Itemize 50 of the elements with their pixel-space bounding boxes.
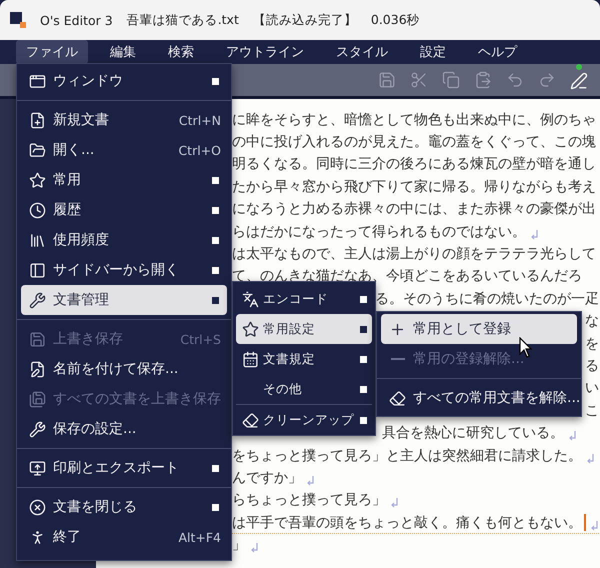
text-line: こ	[585, 402, 599, 420]
menu-bar-item[interactable]: ファイル	[16, 40, 88, 64]
text-line: い	[585, 379, 599, 398]
menu-item[interactable]: 印刷とエクスポート	[21, 453, 227, 483]
menu-item[interactable]: すべての常用文書を解除...	[381, 383, 577, 413]
menu-item[interactable]: 常用	[21, 165, 227, 195]
menu-bar-item[interactable]: スタイル	[326, 40, 398, 64]
text-line: は太平なもので、主人は湯上がりの顔をテラテラ光らして	[232, 245, 596, 264]
menu-bar-item[interactable]: 検索	[158, 40, 204, 64]
text-line: たから早々窓から飛び下りて家に帰る。帰りながらも考え	[232, 178, 596, 196]
menu-item[interactable]: 終了 Alt+F4	[21, 522, 227, 552]
menu-item[interactable]: 開く... Ctrl+O	[21, 135, 227, 165]
menu-item[interactable]: その他	[236, 374, 372, 404]
menu-item[interactable]: 文書管理	[21, 285, 227, 315]
text-line: らちょっと撲って見ろ」	[232, 491, 386, 510]
text-line: は平手で吾輩の頭をちょっと敲く。痛くも何ともない。	[232, 514, 582, 532]
menu-item[interactable]: 保存の設定...	[21, 414, 227, 444]
text-line: る。そのうちに肴の焼いたのが一疋	[375, 290, 599, 308]
text-line: を	[585, 334, 599, 353]
text-line: る	[585, 356, 599, 375]
menu-item[interactable]: 履歴	[21, 195, 227, 225]
menu-item[interactable]: 使用頻度	[21, 225, 227, 255]
menu-item[interactable]: 文書規定	[236, 344, 372, 374]
text-line: らはだかになったって得られるものではない。	[232, 222, 526, 241]
text-line: 具合を熱心に研究している。	[382, 424, 564, 442]
text-line: をちょっと撲って見ろ」と主人は突然細君に請求した。	[232, 446, 582, 465]
menu-item[interactable]: クリーンアップ	[236, 405, 372, 435]
app-name: O's Editor 3	[40, 12, 113, 28]
menu-item[interactable]: 新規文書 Ctrl+N	[21, 105, 227, 135]
text-line: に眸をそらすと、暗憺として物色も出来ぬ中に、例のちゃ	[232, 110, 596, 129]
menu-item[interactable]: ウィンドウ	[21, 66, 227, 96]
text-line: 明るくなる。同時に三介の後ろにある煉瓦の壁が暗を通し	[232, 155, 596, 174]
menu-item[interactable]: 名前を付けて保存...	[21, 354, 227, 384]
load-time: 0.036秒	[370, 12, 420, 28]
text-line: な	[585, 312, 599, 330]
menu-item[interactable]: 常用設定	[236, 314, 372, 344]
menu-item[interactable]: 文書を閉じる	[21, 492, 227, 522]
file-name: 吾輩は猫である.txt	[126, 12, 239, 28]
menu-bar-item[interactable]: ヘルプ	[468, 40, 527, 64]
text-line: んですか」	[232, 468, 302, 487]
text-line: 」	[232, 536, 246, 554]
menu-bar-item[interactable]: 編集	[100, 40, 146, 64]
text-line: になろうと力める赤裸々の中には、また赤裸々の豪傑が出	[232, 200, 596, 218]
menu-bar-item[interactable]: アウトライン	[216, 40, 314, 64]
menu-item[interactable]: エンコード	[236, 284, 372, 314]
load-status: 【読み込み完了】	[252, 12, 357, 28]
menu-item[interactable]: サイドバーから開く	[21, 255, 227, 285]
menu-item[interactable]: 常用として登録	[381, 314, 577, 344]
text-line: の中に投げ入れるのが見えた。竈の蓋をくぐって、この塊	[232, 133, 596, 152]
menu-bar-item[interactable]: 設定	[410, 40, 456, 64]
